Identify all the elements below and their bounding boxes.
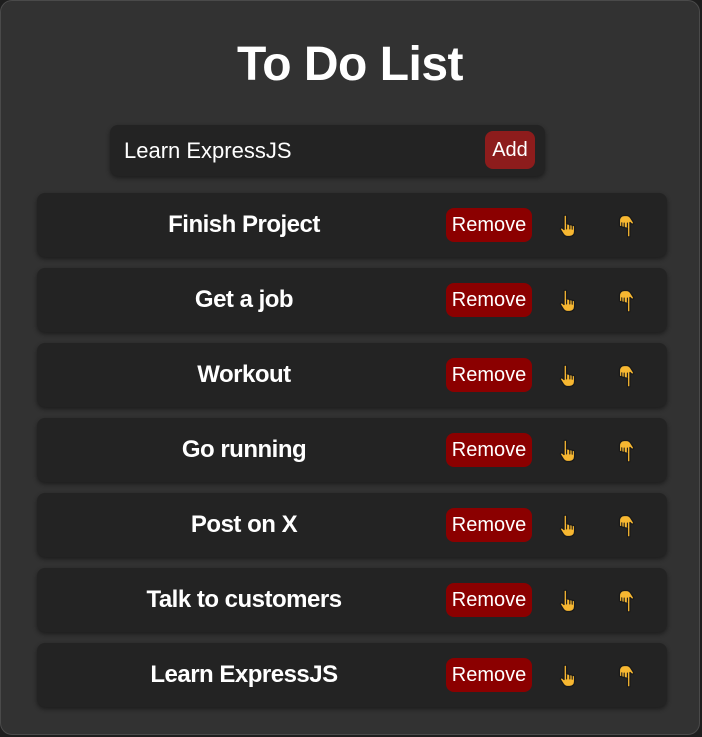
move-up-button[interactable]	[551, 584, 585, 618]
pointing-up-hand-icon	[551, 514, 585, 538]
pointing-up-hand-icon	[551, 289, 585, 313]
task-text: Finish Project	[168, 211, 320, 238]
task-item: Learn ExpressJS Remove	[37, 643, 667, 707]
move-up-button[interactable]	[551, 659, 585, 693]
pointing-up-hand-icon	[551, 664, 585, 688]
task-text: Workout	[197, 361, 291, 388]
move-up-button[interactable]	[551, 284, 585, 318]
remove-button[interactable]: Remove	[446, 283, 532, 317]
task-item: Workout Remove	[37, 343, 667, 407]
remove-button[interactable]: Remove	[446, 358, 532, 392]
move-up-button[interactable]	[551, 509, 585, 543]
remove-button[interactable]: Remove	[446, 583, 532, 617]
task-item: Post on X Remove	[37, 493, 667, 557]
move-up-button[interactable]	[551, 434, 585, 468]
task-item: Go running Remove	[37, 418, 667, 482]
pointing-up-hand-icon	[551, 439, 585, 463]
remove-button[interactable]: Remove	[446, 508, 532, 542]
move-down-button[interactable]	[609, 509, 643, 543]
task-text: Go running	[181, 436, 307, 463]
pointing-down-hand-icon	[609, 439, 643, 463]
task-text: Post on X	[190, 511, 298, 538]
task-text: Talk to customers	[146, 586, 342, 613]
pointing-down-hand-icon	[609, 514, 643, 538]
remove-button[interactable]: Remove	[446, 433, 532, 467]
pointing-up-hand-icon	[551, 214, 585, 238]
task-item: Finish Project Remove	[37, 193, 667, 257]
todo-app: To Do List Add Finish Project Remove	[0, 0, 700, 735]
move-down-button[interactable]	[609, 434, 643, 468]
pointing-down-hand-icon	[609, 664, 643, 688]
task-item: Talk to customers Remove	[37, 568, 667, 632]
new-task-bar: Add	[110, 125, 545, 176]
task-list: Finish Project Remove Get a job Remove W…	[37, 193, 667, 718]
move-down-button[interactable]	[609, 584, 643, 618]
pointing-down-hand-icon	[609, 589, 643, 613]
page-title: To Do List	[236, 38, 464, 91]
move-up-button[interactable]	[551, 359, 585, 393]
remove-button[interactable]: Remove	[446, 658, 532, 692]
move-down-button[interactable]	[609, 359, 643, 393]
move-up-button[interactable]	[551, 209, 585, 243]
remove-button[interactable]: Remove	[446, 208, 532, 242]
pointing-down-hand-icon	[609, 364, 643, 388]
move-down-button[interactable]	[609, 284, 643, 318]
pointing-up-hand-icon	[551, 589, 585, 613]
move-down-button[interactable]	[609, 659, 643, 693]
move-down-button[interactable]	[609, 209, 643, 243]
task-text: Get a job	[194, 286, 294, 313]
pointing-down-hand-icon	[609, 214, 643, 238]
pointing-up-hand-icon	[551, 364, 585, 388]
task-item: Get a job Remove	[37, 268, 667, 332]
pointing-down-hand-icon	[609, 289, 643, 313]
task-text: Learn ExpressJS	[150, 661, 338, 688]
add-button[interactable]: Add	[485, 131, 535, 169]
task-input[interactable]	[124, 125, 474, 176]
